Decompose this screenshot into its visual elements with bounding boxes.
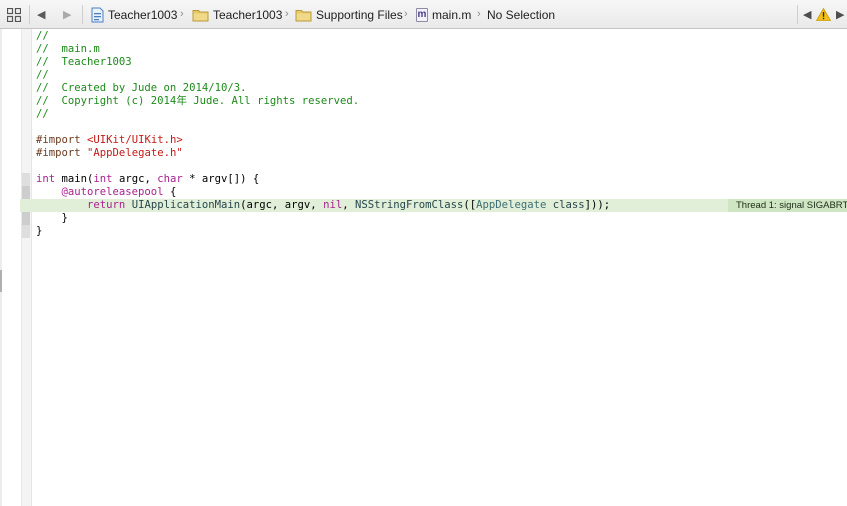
chevron-right-icon: › <box>285 8 289 20</box>
code-line: @autoreleasepool { <box>61 186 177 198</box>
breadcrumb-supporting-files[interactable]: Supporting Files <box>295 0 403 29</box>
project-file-icon <box>91 7 104 23</box>
code-line: // <box>36 30 49 42</box>
next-issue-icon[interactable]: ▶ <box>836 0 846 29</box>
code-folding-ribbon[interactable] <box>21 29 32 506</box>
warning-triangle-icon[interactable] <box>816 0 832 29</box>
code-line-highlighted: return UIApplicationMain(argc, argv, nil… <box>20 199 847 212</box>
breadcrumb-project[interactable]: Teacher1003 <box>91 0 177 29</box>
code-line: #import <UIKit/UIKit.h> <box>36 134 183 146</box>
m-file-letter: m <box>416 7 428 22</box>
breadcrumb-symbol[interactable]: No Selection <box>487 0 555 29</box>
breadcrumb-label: Supporting Files <box>316 7 403 22</box>
folder-icon <box>192 8 209 22</box>
left-edge-marker <box>0 270 2 292</box>
separator <box>82 5 83 24</box>
code-line: // Copyright (c) 2014年 Jude. All rights … <box>36 95 360 107</box>
breadcrumb-label: Teacher1003 <box>213 7 283 22</box>
separator <box>29 5 30 24</box>
breadcrumb-label: Teacher1003 <box>108 7 178 22</box>
forward-arrow-icon[interactable]: ▶ <box>63 0 75 29</box>
code-line: #import "AppDelegate.h" <box>36 147 183 159</box>
breadcrumb-label: No Selection <box>487 7 556 22</box>
breadcrumb-file[interactable]: m main.m <box>416 0 471 29</box>
back-arrow-icon[interactable]: ◀ <box>37 0 49 29</box>
code-line: } <box>36 212 68 224</box>
code-line: } <box>36 225 43 237</box>
code-line: // main.m <box>36 43 100 55</box>
chevron-right-icon: › <box>404 8 408 20</box>
code-line: // Teacher1003 <box>36 56 132 68</box>
breadcrumb-group[interactable]: Teacher1003 <box>192 0 282 29</box>
related-items-grid-icon[interactable] <box>7 0 23 29</box>
code-line: int main(int argc, char * argv[]) { <box>36 173 260 185</box>
m-file-icon: m <box>416 7 428 22</box>
previous-issue-icon[interactable]: ◀ <box>803 0 813 29</box>
code-line: // Created by Jude on 2014/10/3. <box>36 82 247 94</box>
folder-icon <box>295 8 312 22</box>
code-line: // <box>36 69 49 81</box>
left-edge-strip <box>0 29 2 506</box>
chevron-right-icon: › <box>477 8 481 20</box>
code-line: // <box>36 108 49 120</box>
thread-status-badge[interactable]: Thread 1: signal SIGABRT <box>728 199 847 212</box>
breadcrumb-label: main.m <box>432 7 472 22</box>
source-editor[interactable]: // // main.m // Teacher1003 // // Create… <box>20 30 847 238</box>
chevron-right-icon: › <box>180 8 184 20</box>
jump-bar: ◀ ▶ Teacher1003 › Teacher1003 › Supporti… <box>0 0 847 29</box>
separator <box>797 5 798 24</box>
